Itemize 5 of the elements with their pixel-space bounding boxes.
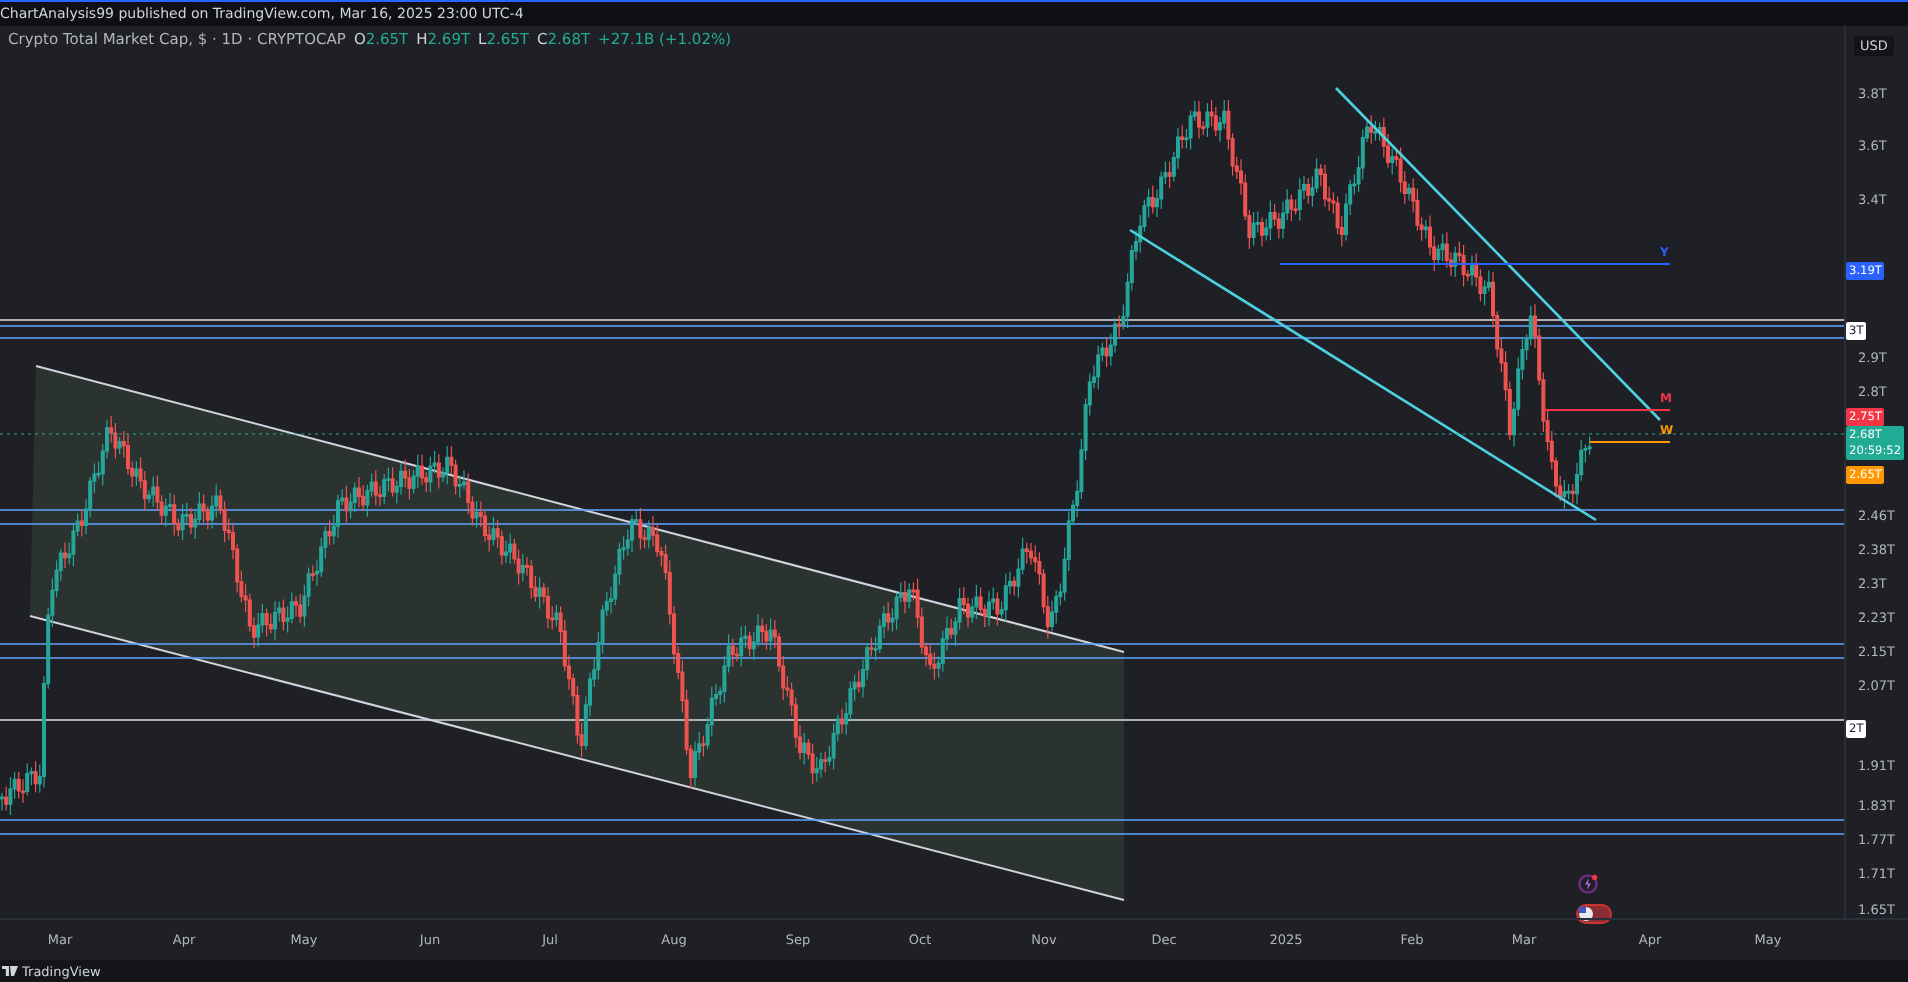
flag-icon[interactable] bbox=[1576, 904, 1612, 924]
level-line bbox=[1589, 441, 1671, 443]
lightning-icon[interactable] bbox=[1578, 874, 1598, 894]
level-line bbox=[1543, 409, 1671, 411]
logo-icon bbox=[2, 966, 18, 976]
